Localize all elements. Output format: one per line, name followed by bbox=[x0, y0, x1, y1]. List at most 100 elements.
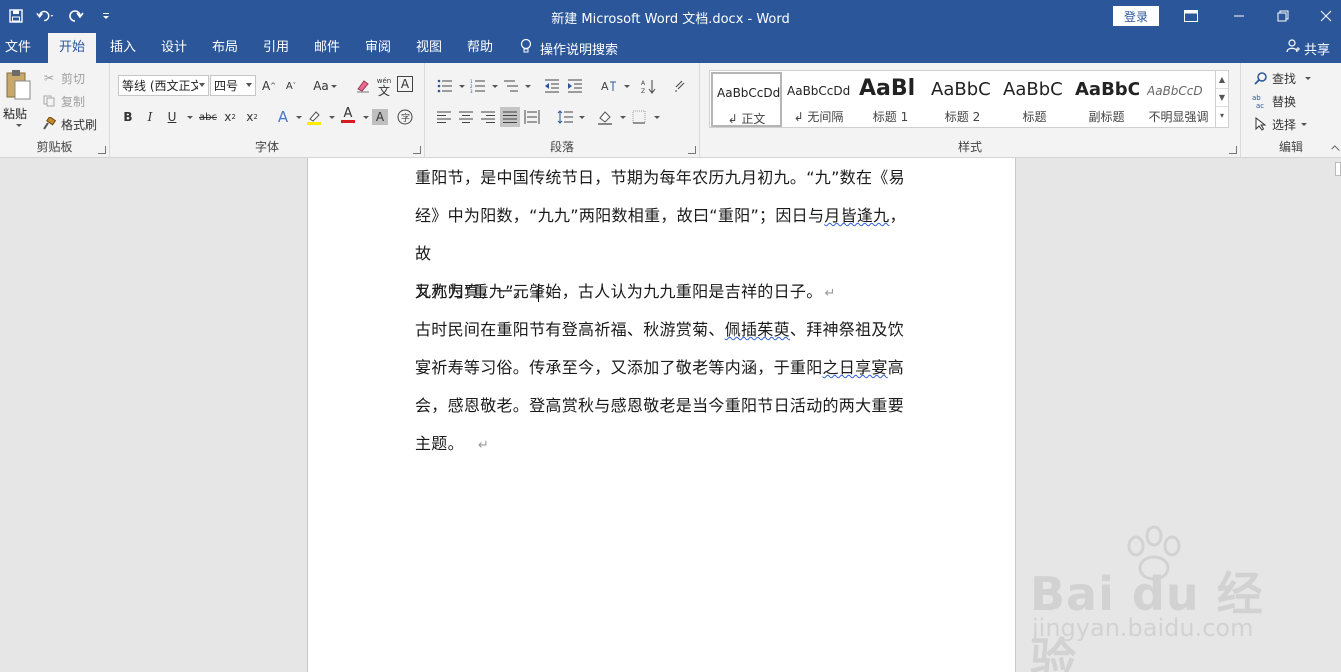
select-button[interactable]: 选择 bbox=[1251, 114, 1308, 134]
phonetic-guide-icon[interactable]: wén 文 bbox=[374, 74, 394, 98]
font-name-value: 等线 (西文正文 bbox=[122, 79, 198, 93]
tell-me-search[interactable]: 操作说明搜索 bbox=[520, 33, 618, 63]
enclose-characters-icon[interactable]: 字 bbox=[395, 107, 415, 127]
align-center-icon[interactable] bbox=[456, 107, 476, 127]
clear-formatting-icon[interactable] bbox=[353, 76, 373, 96]
document-page[interactable]: 重阳节，是中国传统节日，节期为每年农历九月初九。“九”数在《易 经》中为阳数，“… bbox=[307, 158, 1016, 672]
subscript-icon[interactable]: x2 bbox=[220, 107, 240, 127]
font-color-dropdown-icon[interactable] bbox=[363, 116, 369, 119]
change-case-label: Aa bbox=[313, 79, 329, 93]
bold-icon[interactable]: B bbox=[118, 107, 138, 127]
align-right-icon[interactable] bbox=[478, 107, 498, 127]
style-subtle-emphasis[interactable]: AaBbCcD 不明显强调 bbox=[1143, 72, 1214, 127]
superscript-icon[interactable]: x2 bbox=[242, 107, 262, 127]
borders-dropdown-icon[interactable] bbox=[654, 116, 660, 119]
italic-icon[interactable]: I bbox=[140, 107, 160, 127]
sort-icon[interactable]: AZ bbox=[639, 76, 659, 96]
format-painter-button[interactable]: 格式刷 bbox=[40, 114, 97, 134]
shrink-font-icon[interactable]: Aˇ bbox=[281, 76, 301, 96]
show-hide-marks-icon[interactable] bbox=[670, 76, 690, 96]
chevron-up-icon[interactable]: ▲ bbox=[1216, 71, 1228, 89]
svg-text:3: 3 bbox=[470, 89, 473, 93]
ribbon: 粘贴 ✂ 剪切 复制 格式刷 剪贴板 等线 (西文正文 四号 A ^ A ˇ A… bbox=[0, 63, 1341, 158]
close-icon[interactable] bbox=[1316, 6, 1336, 26]
numbering-dropdown-icon[interactable] bbox=[492, 85, 498, 88]
change-case-button[interactable]: Aa bbox=[310, 76, 340, 96]
shading-dropdown-icon[interactable] bbox=[620, 116, 626, 119]
font-name-combo[interactable]: 等线 (西文正文 bbox=[118, 75, 209, 96]
text-effects-icon[interactable]: A bbox=[273, 107, 293, 127]
chevron-down-icon[interactable]: ▼ bbox=[1216, 89, 1228, 107]
spelling-error[interactable]: 佩插茱萸 bbox=[725, 320, 790, 339]
font-color-icon[interactable]: A bbox=[338, 105, 358, 125]
ribbon-display-options-icon[interactable] bbox=[1181, 6, 1201, 26]
tab-insert[interactable]: 插入 bbox=[102, 33, 144, 63]
numbering-icon[interactable]: 123 bbox=[468, 76, 488, 96]
paste-button[interactable]: 粘贴 bbox=[3, 69, 33, 135]
strikethrough-icon[interactable]: abc bbox=[196, 107, 220, 127]
paragraph-launcher-icon[interactable] bbox=[688, 146, 696, 154]
spelling-error[interactable]: 之日享宴 bbox=[823, 358, 888, 377]
font-group-label: 字体 bbox=[254, 140, 279, 154]
character-shading-icon[interactable]: A bbox=[372, 109, 388, 125]
tab-design[interactable]: 设计 bbox=[153, 33, 195, 63]
ribbon-tab-row: 文件 开始 插入 设计 布局 引用 邮件 审阅 视图 帮助 操作说明搜索 共享 bbox=[0, 33, 1341, 63]
font-size-combo[interactable]: 四号 bbox=[210, 75, 256, 96]
copy-button[interactable]: 复制 bbox=[40, 91, 85, 111]
style-no-spacing[interactable]: AaBbCcDd ↲ 无间隔 bbox=[783, 72, 854, 127]
distributed-icon[interactable] bbox=[522, 107, 542, 127]
paste-label: 粘贴 bbox=[3, 107, 28, 121]
tab-home[interactable]: 开始 bbox=[48, 33, 96, 63]
tab-references[interactable]: 引用 bbox=[255, 33, 297, 63]
character-border-icon[interactable]: A bbox=[397, 76, 413, 92]
multilevel-list-icon[interactable] bbox=[501, 76, 521, 96]
cut-button[interactable]: ✂ 剪切 bbox=[40, 68, 85, 88]
chinese-layout-icon[interactable]: A bbox=[600, 76, 620, 96]
decrease-indent-icon[interactable] bbox=[542, 76, 562, 96]
bullets-icon[interactable] bbox=[435, 76, 455, 96]
search-icon bbox=[1251, 69, 1269, 87]
line-spacing-dropdown-icon[interactable] bbox=[579, 116, 585, 119]
paragraph-2[interactable]: 九九归真，一元肇始，古人认为九九重阳是吉祥的日子。 ↵ bbox=[415, 273, 915, 313]
replace-button[interactable]: ab ac 替换 bbox=[1251, 91, 1296, 111]
minimize-icon[interactable] bbox=[1229, 6, 1249, 26]
underline-dropdown-icon[interactable] bbox=[187, 116, 193, 119]
tab-file[interactable]: 文件 bbox=[0, 33, 36, 63]
tab-view[interactable]: 视图 bbox=[408, 33, 450, 63]
justify-icon[interactable] bbox=[500, 107, 520, 127]
tab-review[interactable]: 审阅 bbox=[357, 33, 399, 63]
style-normal[interactable]: AaBbCcDd ↲ 正文 bbox=[711, 72, 782, 127]
restore-icon[interactable] bbox=[1273, 6, 1293, 26]
styles-launcher-icon[interactable] bbox=[1229, 146, 1237, 154]
shading-icon[interactable] bbox=[595, 107, 615, 127]
style-heading-2[interactable]: AaBbC 标题 2 bbox=[927, 72, 998, 127]
highlight-icon[interactable] bbox=[304, 107, 324, 127]
grow-font-icon[interactable]: A ^ bbox=[259, 76, 279, 96]
scrollbar-thumb[interactable] bbox=[1335, 162, 1341, 176]
multilevel-list-dropdown-icon[interactable] bbox=[525, 85, 531, 88]
style-title[interactable]: AaBbC 标题 bbox=[999, 72, 1070, 127]
tab-help[interactable]: 帮助 bbox=[459, 33, 501, 63]
highlight-dropdown-icon[interactable] bbox=[329, 116, 335, 119]
style-subtitle[interactable]: AaBbC 副标题 bbox=[1071, 72, 1142, 127]
share-button[interactable]: 共享 bbox=[1286, 33, 1330, 63]
style-heading-1[interactable]: AaBl 标题 1 bbox=[855, 72, 926, 127]
clipboard-launcher-icon[interactable] bbox=[98, 146, 106, 154]
vertical-scrollbar[interactable] bbox=[1335, 158, 1341, 672]
paragraph-3[interactable]: 古时民间在重阳节有登高祈福、秋游赏菊、佩插茱萸、拜神祭祖及饮 宴祈寿等习俗。传承… bbox=[415, 311, 915, 465]
line-spacing-icon[interactable] bbox=[555, 107, 575, 127]
align-left-icon[interactable] bbox=[434, 107, 454, 127]
text-effects-dropdown-icon[interactable] bbox=[296, 116, 302, 119]
login-button[interactable]: 登录 bbox=[1113, 6, 1159, 26]
gallery-more-icon[interactable]: ▾ bbox=[1216, 107, 1228, 125]
find-button[interactable]: 查找 bbox=[1251, 68, 1312, 88]
tab-layout[interactable]: 布局 bbox=[204, 33, 246, 63]
spelling-error[interactable]: 月皆逢九 bbox=[824, 206, 889, 225]
tab-mailings[interactable]: 邮件 bbox=[306, 33, 348, 63]
borders-icon[interactable] bbox=[629, 107, 649, 127]
bullets-dropdown-icon[interactable] bbox=[459, 85, 465, 88]
underline-icon[interactable]: U bbox=[162, 107, 182, 127]
font-launcher-icon[interactable] bbox=[413, 146, 421, 154]
chinese-layout-dropdown-icon[interactable] bbox=[624, 85, 630, 88]
increase-indent-icon[interactable] bbox=[565, 76, 585, 96]
